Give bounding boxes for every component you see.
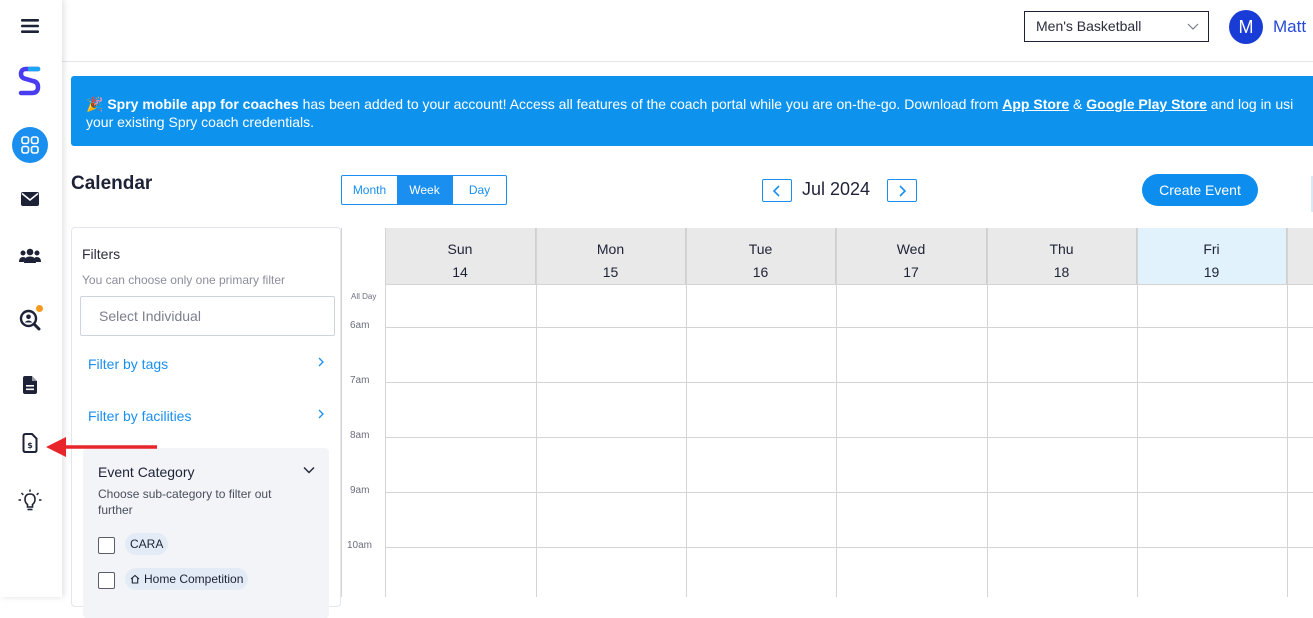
filters-hint: You can choose only one primary filter (82, 273, 286, 287)
event-category-subtitle: Choose sub-category to filter out furthe… (98, 487, 272, 517)
view-month-button[interactable]: Month (342, 176, 397, 204)
cara-tag: CARA (125, 533, 169, 555)
day-header-mon[interactable]: Mon 15 (536, 228, 686, 284)
event-category-title: Event Category (98, 464, 195, 480)
day-header-tue[interactable]: Tue 16 (686, 228, 836, 284)
day-number: 16 (752, 264, 769, 280)
day-name: Fri (1203, 241, 1220, 257)
filter-by-facilities-label: Filter by facilities (88, 408, 192, 424)
top-bar: Men's Basketball M Matt (62, 0, 1313, 62)
announcement-banner: 🎉 Spry mobile app for coaches has been a… (71, 76, 1313, 146)
chevron-right-icon (318, 409, 324, 419)
time-label: 6am (350, 320, 370, 331)
time-label-all-day: All Day (351, 292, 377, 301)
cara-label: CARA (130, 537, 164, 551)
time-label: 7am (350, 375, 370, 386)
envelope-icon[interactable] (12, 181, 48, 217)
filters-title: Filters (82, 246, 121, 262)
prev-week-button[interactable] (762, 179, 792, 202)
notification-badge (36, 305, 43, 312)
day-name: Thu (1049, 241, 1074, 257)
dashboard-grid-icon[interactable] (12, 127, 48, 163)
time-label: 9am (350, 485, 370, 496)
banner-bold-lead: Spry mobile app for coaches (107, 96, 299, 112)
day-number: 19 (1203, 264, 1220, 280)
banner-text: has been added to your account! Access a… (298, 96, 1003, 112)
day-number: 15 (602, 264, 619, 280)
grid-divider (385, 284, 1313, 285)
filter-by-facilities-link[interactable]: Filter by facilities (88, 408, 326, 424)
main-area: Men's Basketball M Matt 🎉 Spry mobile ap… (62, 0, 1313, 618)
day-name: Tue (748, 241, 773, 257)
day-number: 14 (452, 264, 468, 280)
home-icon (130, 574, 140, 584)
day-header-thu[interactable]: Thu 18 (987, 228, 1137, 284)
day-name: Wed (896, 241, 926, 257)
day-name: Sun (447, 241, 473, 257)
menu-icon[interactable] (12, 8, 48, 44)
grid-divider (385, 437, 1313, 438)
view-day-button[interactable]: Day (452, 176, 506, 204)
time-label: 8am (350, 430, 370, 441)
grid-divider (385, 327, 1313, 328)
home-competition-label: Home Competition (144, 572, 244, 586)
view-week-button[interactable]: Week (397, 176, 452, 204)
create-event-button[interactable]: Create Event (1142, 174, 1258, 206)
avatar[interactable]: M (1229, 10, 1263, 44)
party-emoji-icon: 🎉 (86, 96, 104, 112)
filter-by-tags-link[interactable]: Filter by tags (88, 356, 326, 372)
banner-line-2: your existing Spry coach credentials. (86, 114, 314, 130)
day-number: 18 (1053, 264, 1070, 280)
users-icon[interactable] (12, 238, 48, 274)
document-icon[interactable] (12, 367, 48, 403)
chevron-down-icon (1187, 23, 1199, 30)
pointer-arrow-icon (46, 437, 157, 457)
view-toggle: Month Week Day (341, 175, 507, 205)
day-header-wed[interactable]: Wed 17 (836, 228, 987, 284)
home-competition-tag: Home Competition (125, 568, 249, 590)
grid-divider (341, 228, 342, 597)
banner-text-tail: and log in usi (1206, 96, 1294, 112)
day-name: Mon (596, 241, 625, 257)
play-store-link[interactable]: Google Play Store (1086, 96, 1207, 112)
team-select[interactable]: Men's Basketball (1024, 11, 1209, 42)
filters-panel: Filters You can choose only one primary … (71, 227, 341, 618)
day-header-fri[interactable]: Fri 19 (1137, 228, 1287, 284)
svg-text:$: $ (27, 441, 33, 450)
next-week-button[interactable] (887, 179, 917, 202)
spry-logo-icon[interactable] (12, 63, 48, 99)
day-number: 17 (903, 264, 919, 280)
user-name[interactable]: Matt (1273, 17, 1306, 37)
calendar-week-grid: Sun 14 Mon 15 Tue 16 Wed 17 Thu 18 Fri 1… (341, 228, 1313, 597)
grid-divider (385, 547, 1313, 548)
sidebar: $ (0, 0, 62, 597)
grid-divider (385, 382, 1313, 383)
grid-divider (385, 492, 1313, 493)
home-competition-checkbox[interactable] (98, 572, 115, 589)
banner-amp: & (1069, 96, 1087, 112)
page-title: Calendar (71, 173, 153, 194)
day-header-sat-partial[interactable] (1287, 228, 1313, 284)
chevron-down-icon[interactable] (303, 464, 315, 476)
lightbulb-icon[interactable] (12, 483, 48, 519)
month-label: Jul 2024 (802, 179, 871, 199)
filter-by-tags-label: Filter by tags (88, 356, 169, 372)
day-header-sun[interactable]: Sun 14 (385, 228, 536, 284)
select-individual-input[interactable]: Select Individual (80, 296, 335, 336)
contract-document-icon[interactable]: $ (12, 425, 48, 461)
event-category-section: Event Category Choose sub-category to fi… (83, 448, 329, 618)
scouting-search-icon[interactable] (12, 302, 48, 338)
chevron-left-icon (772, 184, 780, 197)
app-store-link[interactable]: App Store (1002, 96, 1069, 112)
time-label: 10am (347, 540, 373, 551)
chevron-right-icon (318, 357, 324, 367)
chevron-right-icon (899, 184, 907, 197)
cara-checkbox[interactable] (98, 537, 115, 554)
banner-line-1: 🎉 Spry mobile app for coaches has been a… (86, 95, 1313, 113)
team-select-value: Men's Basketball (1036, 18, 1142, 34)
